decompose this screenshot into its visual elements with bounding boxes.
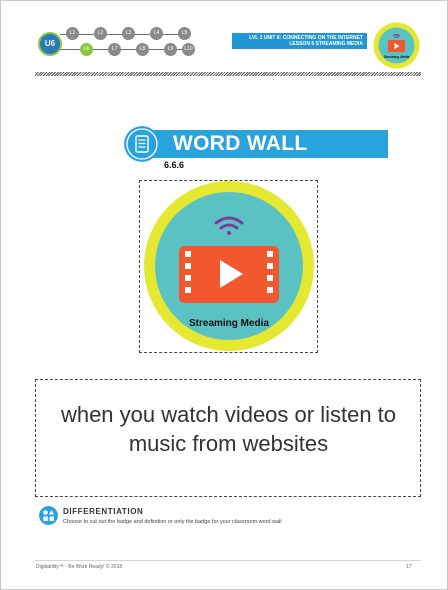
lesson-bubble: L7: [108, 43, 121, 56]
badge-label: Streaming Media: [189, 318, 269, 329]
header-divider: [35, 72, 421, 76]
lesson-code: 6.6.6: [164, 160, 185, 170]
document-list-icon: [124, 126, 160, 162]
word-wall-title: WORD WALL PRINTOUT: [151, 130, 388, 183]
lesson-bubble: L10: [182, 43, 195, 56]
lesson-header-title: LVL 1 UNIT 6: CONNECTING ON THE INTERNET…: [232, 33, 367, 49]
lesson-bubble-active: L6: [80, 43, 93, 56]
lesson-bubble: L9: [164, 43, 177, 56]
lesson-bubble: L4: [150, 27, 163, 40]
video-film-icon: [179, 246, 279, 303]
page-number: 17: [406, 564, 412, 570]
differentiation-title: DIFFERENTIATION: [63, 507, 144, 516]
worksheet-page: U6 L1 L2 L3 L4 L5 L6 L7 L8 L9 L10 LVL 1 …: [0, 0, 448, 590]
lesson-bubble: L1: [66, 27, 79, 40]
header-badge-caption: Streaming Media: [384, 55, 410, 59]
header-streaming-badge: Streaming Media: [373, 22, 420, 69]
footer-copyright: Digitability™ - Be Work Ready! © 2018: [36, 564, 123, 570]
lesson-bubble: L5: [178, 27, 191, 40]
lesson-bubble: L2: [94, 27, 107, 40]
definition-text: when you watch videos or listen to music…: [60, 402, 397, 456]
shapes-icon: [39, 506, 58, 525]
lesson-tracker: U6 L1 L2 L3 L4 L5 L6 L7 L8 L9 L10: [36, 24, 196, 64]
header-title-line2: LESSON 6 STREAMING MEDIA: [289, 41, 363, 47]
differentiation-text: Choose to cut out the badge and definiti…: [63, 519, 282, 525]
lesson-bubble: L3: [122, 27, 135, 40]
streaming-media-badge: Streaming Media: [144, 181, 314, 351]
unit-badge: U6: [38, 32, 62, 56]
lesson-bubble: L8: [136, 43, 149, 56]
footer-divider: [35, 560, 421, 561]
